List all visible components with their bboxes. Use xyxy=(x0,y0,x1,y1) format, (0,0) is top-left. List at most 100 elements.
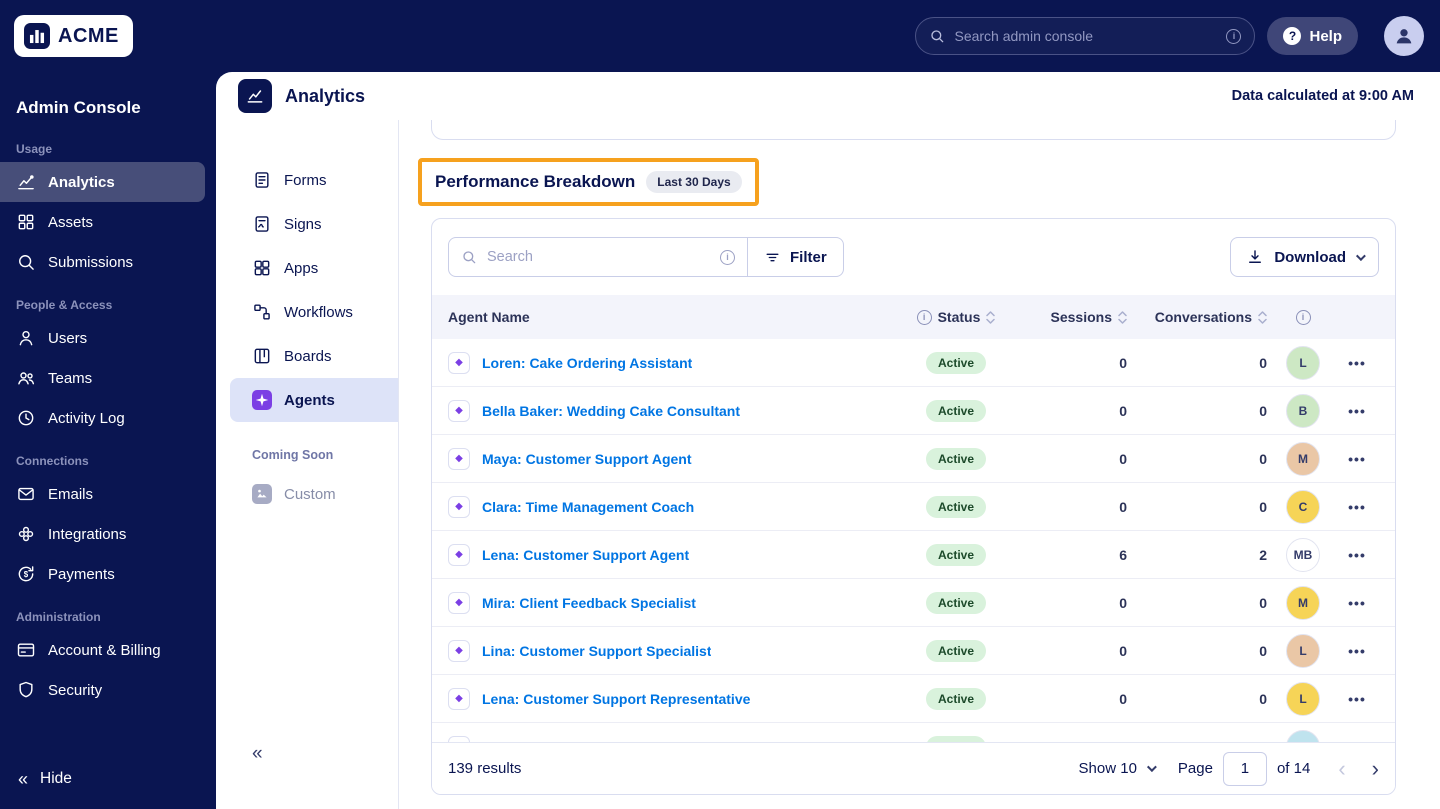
topbar: ACME i ? Help xyxy=(0,0,1440,72)
row-menu-button[interactable]: ••• xyxy=(1348,691,1366,707)
page-group: Page of 14 xyxy=(1178,751,1310,786)
agent-icon: ◆ xyxy=(448,543,470,566)
table-row: ◆ Lena: Customer Support Agent Active 6 … xyxy=(432,531,1395,579)
conversations-value: 2 xyxy=(1259,546,1267,563)
row-menu-button[interactable]: ••• xyxy=(1348,355,1366,371)
col-label: Status xyxy=(937,309,981,325)
agent-avatar[interactable]: M xyxy=(1286,585,1320,620)
status-badge: Active xyxy=(925,495,987,518)
table-search[interactable]: i xyxy=(448,237,748,277)
analytics-header: Analytics Data calculated at 9:00 AM xyxy=(216,72,1440,120)
sidebar-hide-button[interactable]: « Hide xyxy=(0,759,90,799)
sidebar-item-teams[interactable]: Teams xyxy=(0,358,205,398)
agent-name-link[interactable]: Lena: Customer Support Representative xyxy=(482,691,750,707)
subnav-item-forms[interactable]: Forms xyxy=(216,158,398,202)
agent-name-link[interactable]: Mira: Client Feedback Specialist xyxy=(482,595,696,611)
next-page-button[interactable]: › xyxy=(1372,757,1379,780)
admin-console-search[interactable]: i xyxy=(915,17,1256,55)
help-button[interactable]: ? Help xyxy=(1267,17,1358,55)
subnav-item-label: Agents xyxy=(284,391,335,409)
sidebar-item-emails[interactable]: Emails xyxy=(0,474,205,514)
emails-icon xyxy=(18,487,34,501)
data-calculated-label: Data calculated at 9:00 AM xyxy=(1231,88,1414,104)
diamond-icon: ◆ xyxy=(455,500,463,512)
sidebar-item-activity-log[interactable]: Activity Log xyxy=(0,398,205,438)
hide-label: Hide xyxy=(40,770,72,787)
subnav-item-workflows[interactable]: Workflows xyxy=(216,290,398,334)
sidebar-item-label: Submissions xyxy=(48,253,134,271)
row-menu-button[interactable]: ••• xyxy=(1348,547,1366,563)
sidebar-item-account-billing[interactable]: Account & Billing xyxy=(0,630,205,670)
sort-icon xyxy=(1258,310,1267,324)
subnav-item-apps[interactable]: Apps xyxy=(216,246,398,290)
sort-icon xyxy=(986,310,996,324)
diamond-icon: ◆ xyxy=(455,452,463,464)
col-status[interactable]: i Status xyxy=(881,309,1031,325)
sort-icon xyxy=(1118,310,1127,324)
agent-avatar[interactable]: C xyxy=(1286,489,1320,524)
subnav-item-label: Custom xyxy=(284,485,336,503)
sidebar-item-payments[interactable]: $ Payments xyxy=(0,554,205,594)
col-agent-name[interactable]: Agent Name xyxy=(448,309,881,325)
question-icon: ? xyxy=(1283,27,1302,45)
agent-name-link[interactable]: Lena: Customer Support Agent xyxy=(482,547,689,563)
agent-name-link[interactable]: Bella Baker: Wedding Cake Consultant xyxy=(482,403,740,419)
agent-avatar[interactable]: M xyxy=(1286,441,1320,476)
acme-logo[interactable]: ACME xyxy=(14,15,133,57)
agent-avatar[interactable]: C xyxy=(1286,729,1320,742)
sessions-value: 0 xyxy=(1119,690,1127,707)
agent-avatar[interactable]: L xyxy=(1286,345,1320,380)
analytics-icon xyxy=(18,175,34,190)
col-sessions[interactable]: Sessions xyxy=(1031,309,1131,325)
agent-avatar[interactable]: L xyxy=(1286,681,1320,716)
scrolled-card-edge xyxy=(431,120,1396,140)
subnav-item-boards[interactable]: Boards xyxy=(216,334,398,378)
user-avatar[interactable] xyxy=(1384,16,1424,56)
agent-avatar[interactable]: L xyxy=(1286,633,1320,668)
row-menu-button[interactable]: ••• xyxy=(1348,403,1366,419)
sidebar-item-assets[interactable]: Assets xyxy=(0,202,205,242)
table-row: ◆ Loren: Cake Ordering Assistant Active … xyxy=(432,339,1395,387)
admin-search-input[interactable] xyxy=(954,28,1218,44)
last-30-days-badge: Last 30 Days xyxy=(646,171,742,193)
sidebar-item-submissions[interactable]: Submissions xyxy=(0,242,205,282)
row-menu-button[interactable]: ••• xyxy=(1348,595,1366,611)
billing-card-icon xyxy=(17,643,35,657)
subnav-item-label: Signs xyxy=(284,215,322,233)
agent-avatar[interactable]: MB xyxy=(1286,537,1320,572)
col-conversations[interactable]: Conversations xyxy=(1131,309,1271,325)
download-button[interactable]: Download xyxy=(1230,237,1379,277)
agent-name-link[interactable]: Loren: Cake Ordering Assistant xyxy=(482,355,692,371)
sidebar-item-label: Analytics xyxy=(48,173,115,191)
table-search-input[interactable] xyxy=(487,249,710,265)
row-menu-button[interactable]: ••• xyxy=(1348,643,1366,659)
info-icon: i xyxy=(916,309,932,325)
agent-name-link[interactable]: Maya: Customer Support Agent xyxy=(482,451,692,467)
subnav-item-custom[interactable]: Custom xyxy=(216,472,398,516)
agent-icon: ◆ xyxy=(448,687,470,710)
sidebar-item-integrations[interactable]: Integrations xyxy=(0,514,205,554)
sidebar-item-analytics[interactable]: Analytics xyxy=(0,162,205,202)
table-row: ◆ Bella Baker: Wedding Cake Consultant A… xyxy=(432,387,1395,435)
agent-name-link[interactable]: Clara: Time Management Coach xyxy=(482,499,694,515)
row-menu-button[interactable]: ••• xyxy=(1348,451,1366,467)
show-per-page-select[interactable]: Show 10 xyxy=(1079,760,1157,777)
filter-button[interactable]: Filter xyxy=(748,237,844,277)
agent-name-link[interactable]: Lina: Customer Support Specialist xyxy=(482,643,711,659)
subnav-item-signs[interactable]: Signs xyxy=(216,202,398,246)
sidebar-item-security[interactable]: Security xyxy=(0,670,205,710)
agent-avatar[interactable]: B xyxy=(1286,393,1320,428)
col-label: Sessions xyxy=(1050,309,1112,325)
previous-page-button[interactable]: ‹ xyxy=(1338,757,1345,780)
submissions-search-icon xyxy=(19,255,34,270)
sessions-value: 0 xyxy=(1119,450,1127,467)
sidebar-item-label: Integrations xyxy=(48,525,127,543)
subnav-item-agents[interactable]: Agents xyxy=(230,378,398,422)
sidebar-item-users[interactable]: Users xyxy=(0,318,205,358)
row-menu-button[interactable]: ••• xyxy=(1348,499,1366,515)
logo-text: ACME xyxy=(58,24,119,47)
page-number-input[interactable] xyxy=(1222,751,1267,786)
subnav-collapse-button[interactable]: « xyxy=(252,743,263,765)
table-row: ◆ Clara: Time Management Coach Active 0 … xyxy=(432,483,1395,531)
security-shield-icon xyxy=(19,681,33,698)
